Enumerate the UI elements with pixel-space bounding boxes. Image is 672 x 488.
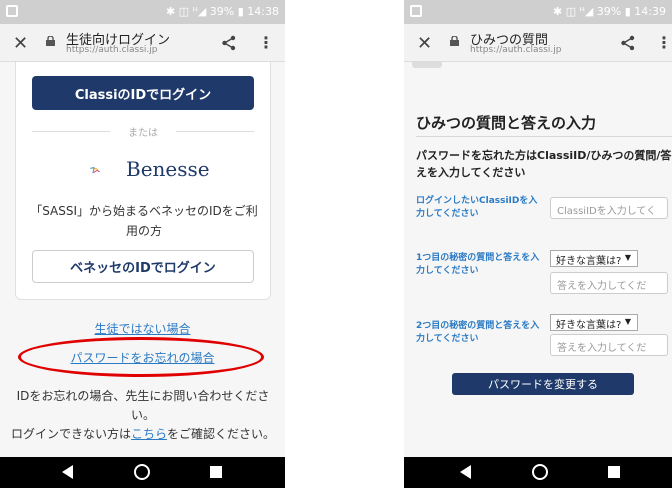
chevron-down-icon: ▼ xyxy=(624,253,631,262)
page-url: https://auth.classi.jp xyxy=(66,45,158,55)
close-icon[interactable]: ✕ xyxy=(417,33,432,54)
status-bar: ✱ ◫ ᴴ◢ 39% ▮ 14:38 xyxy=(0,0,285,24)
share-icon[interactable] xyxy=(221,35,237,51)
not-student-link[interactable]: 生徒ではない場合 xyxy=(0,320,285,337)
right-phone-screen: ✱ ◫ ᴴ◢ 39% ▮ 14:39 ✕ ひみつの質問 https://auth… xyxy=(404,0,672,488)
browser-toolbar: ✕ 生徒向けログイン https://auth.classi.jp ⋮ xyxy=(0,24,285,62)
change-password-button[interactable]: パスワードを変更する xyxy=(452,373,634,395)
back-icon[interactable] xyxy=(460,465,471,479)
previous-element-stub xyxy=(412,62,442,68)
cant-login-notice: ログインできない方はこちらをご確認ください。 xyxy=(8,425,278,444)
benesse-id-login-button[interactable]: ベネッセのIDでログイン xyxy=(32,250,254,283)
share-icon[interactable] xyxy=(620,35,636,51)
classi-id-input[interactable]: ClassiIDを入力してく xyxy=(550,197,668,219)
sassi-description: 「SASSI」から始まるベネッセのIDをご利用の方 xyxy=(30,204,258,238)
benesse-logo-icon xyxy=(90,167,100,174)
cant-login-prefix: ログインできない方は xyxy=(10,427,131,441)
form-intro: パスワードを忘れた方はClassiID/ひみつの質問/答えを入力してください xyxy=(416,149,672,179)
question2-answer-input[interactable]: 答えを入力してくだ xyxy=(550,334,668,356)
form-heading: ひみつの質問と答えの入力 xyxy=(416,114,597,132)
back-icon[interactable] xyxy=(62,465,73,479)
benesse-brand-text: Benesse xyxy=(126,157,210,181)
question1-selected: 好きな言葉は? xyxy=(556,256,622,267)
status-indicators: ✱ ◫ ᴴ◢ 39% ▮ 14:39 xyxy=(553,5,666,18)
lock-icon xyxy=(46,36,55,46)
cant-login-here-link[interactable]: こちら xyxy=(131,427,167,441)
or-divider: または xyxy=(32,124,254,139)
forgot-id-notice: IDをお忘れの場合、先生にお問い合わせください。 xyxy=(16,389,270,422)
question1-answer-input[interactable]: 答えを入力してくだ xyxy=(550,272,668,294)
more-menu-icon[interactable]: ⋮ xyxy=(258,33,274,52)
left-phone-screen: ✱ ◫ ᴴ◢ 39% ▮ 14:38 ✕ 生徒向けログイン https://au… xyxy=(0,0,285,488)
home-icon[interactable] xyxy=(532,464,548,480)
more-menu-icon[interactable]: ⋮ xyxy=(656,33,672,52)
recent-apps-icon[interactable] xyxy=(210,466,222,478)
android-nav-bar xyxy=(0,457,285,488)
android-nav-bar xyxy=(404,457,672,488)
question1-label: 1つ目の秘密の質問と答えを入力してください xyxy=(416,253,540,276)
heading-divider xyxy=(416,136,672,137)
cant-login-suffix: をご確認ください。 xyxy=(167,427,276,441)
chevron-down-icon: ▼ xyxy=(624,317,631,326)
question2-label: 2つ目の秘密の質問と答えを入力してください xyxy=(416,321,540,344)
page-url: https://auth.classi.jp xyxy=(470,45,562,55)
forgot-password-link[interactable]: パスワードをお忘れの場合 xyxy=(0,349,285,366)
question2-selected: 好きな言葉は? xyxy=(556,320,622,331)
lock-icon xyxy=(450,36,459,46)
question2-select[interactable]: 好きな言葉は? ▼ xyxy=(550,314,638,331)
classi-id-label: ログインしたいClassiIDを入力してください xyxy=(416,196,538,219)
browser-toolbar: ✕ ひみつの質問 https://auth.classi.jp ⋮ xyxy=(404,24,672,62)
notification-image-icon xyxy=(6,5,18,17)
recent-apps-icon[interactable] xyxy=(608,466,620,478)
question1-select[interactable]: 好きな言葉は? ▼ xyxy=(550,250,638,267)
classi-id-login-button[interactable]: ClassiのIDでログイン xyxy=(32,76,254,110)
close-icon[interactable]: ✕ xyxy=(13,33,28,54)
home-icon[interactable] xyxy=(134,464,150,480)
notification-image-icon xyxy=(410,5,422,17)
status-indicators: ✱ ◫ ᴴ◢ 39% ▮ 14:38 xyxy=(166,5,279,18)
status-bar: ✱ ◫ ᴴ◢ 39% ▮ 14:39 xyxy=(404,0,672,24)
